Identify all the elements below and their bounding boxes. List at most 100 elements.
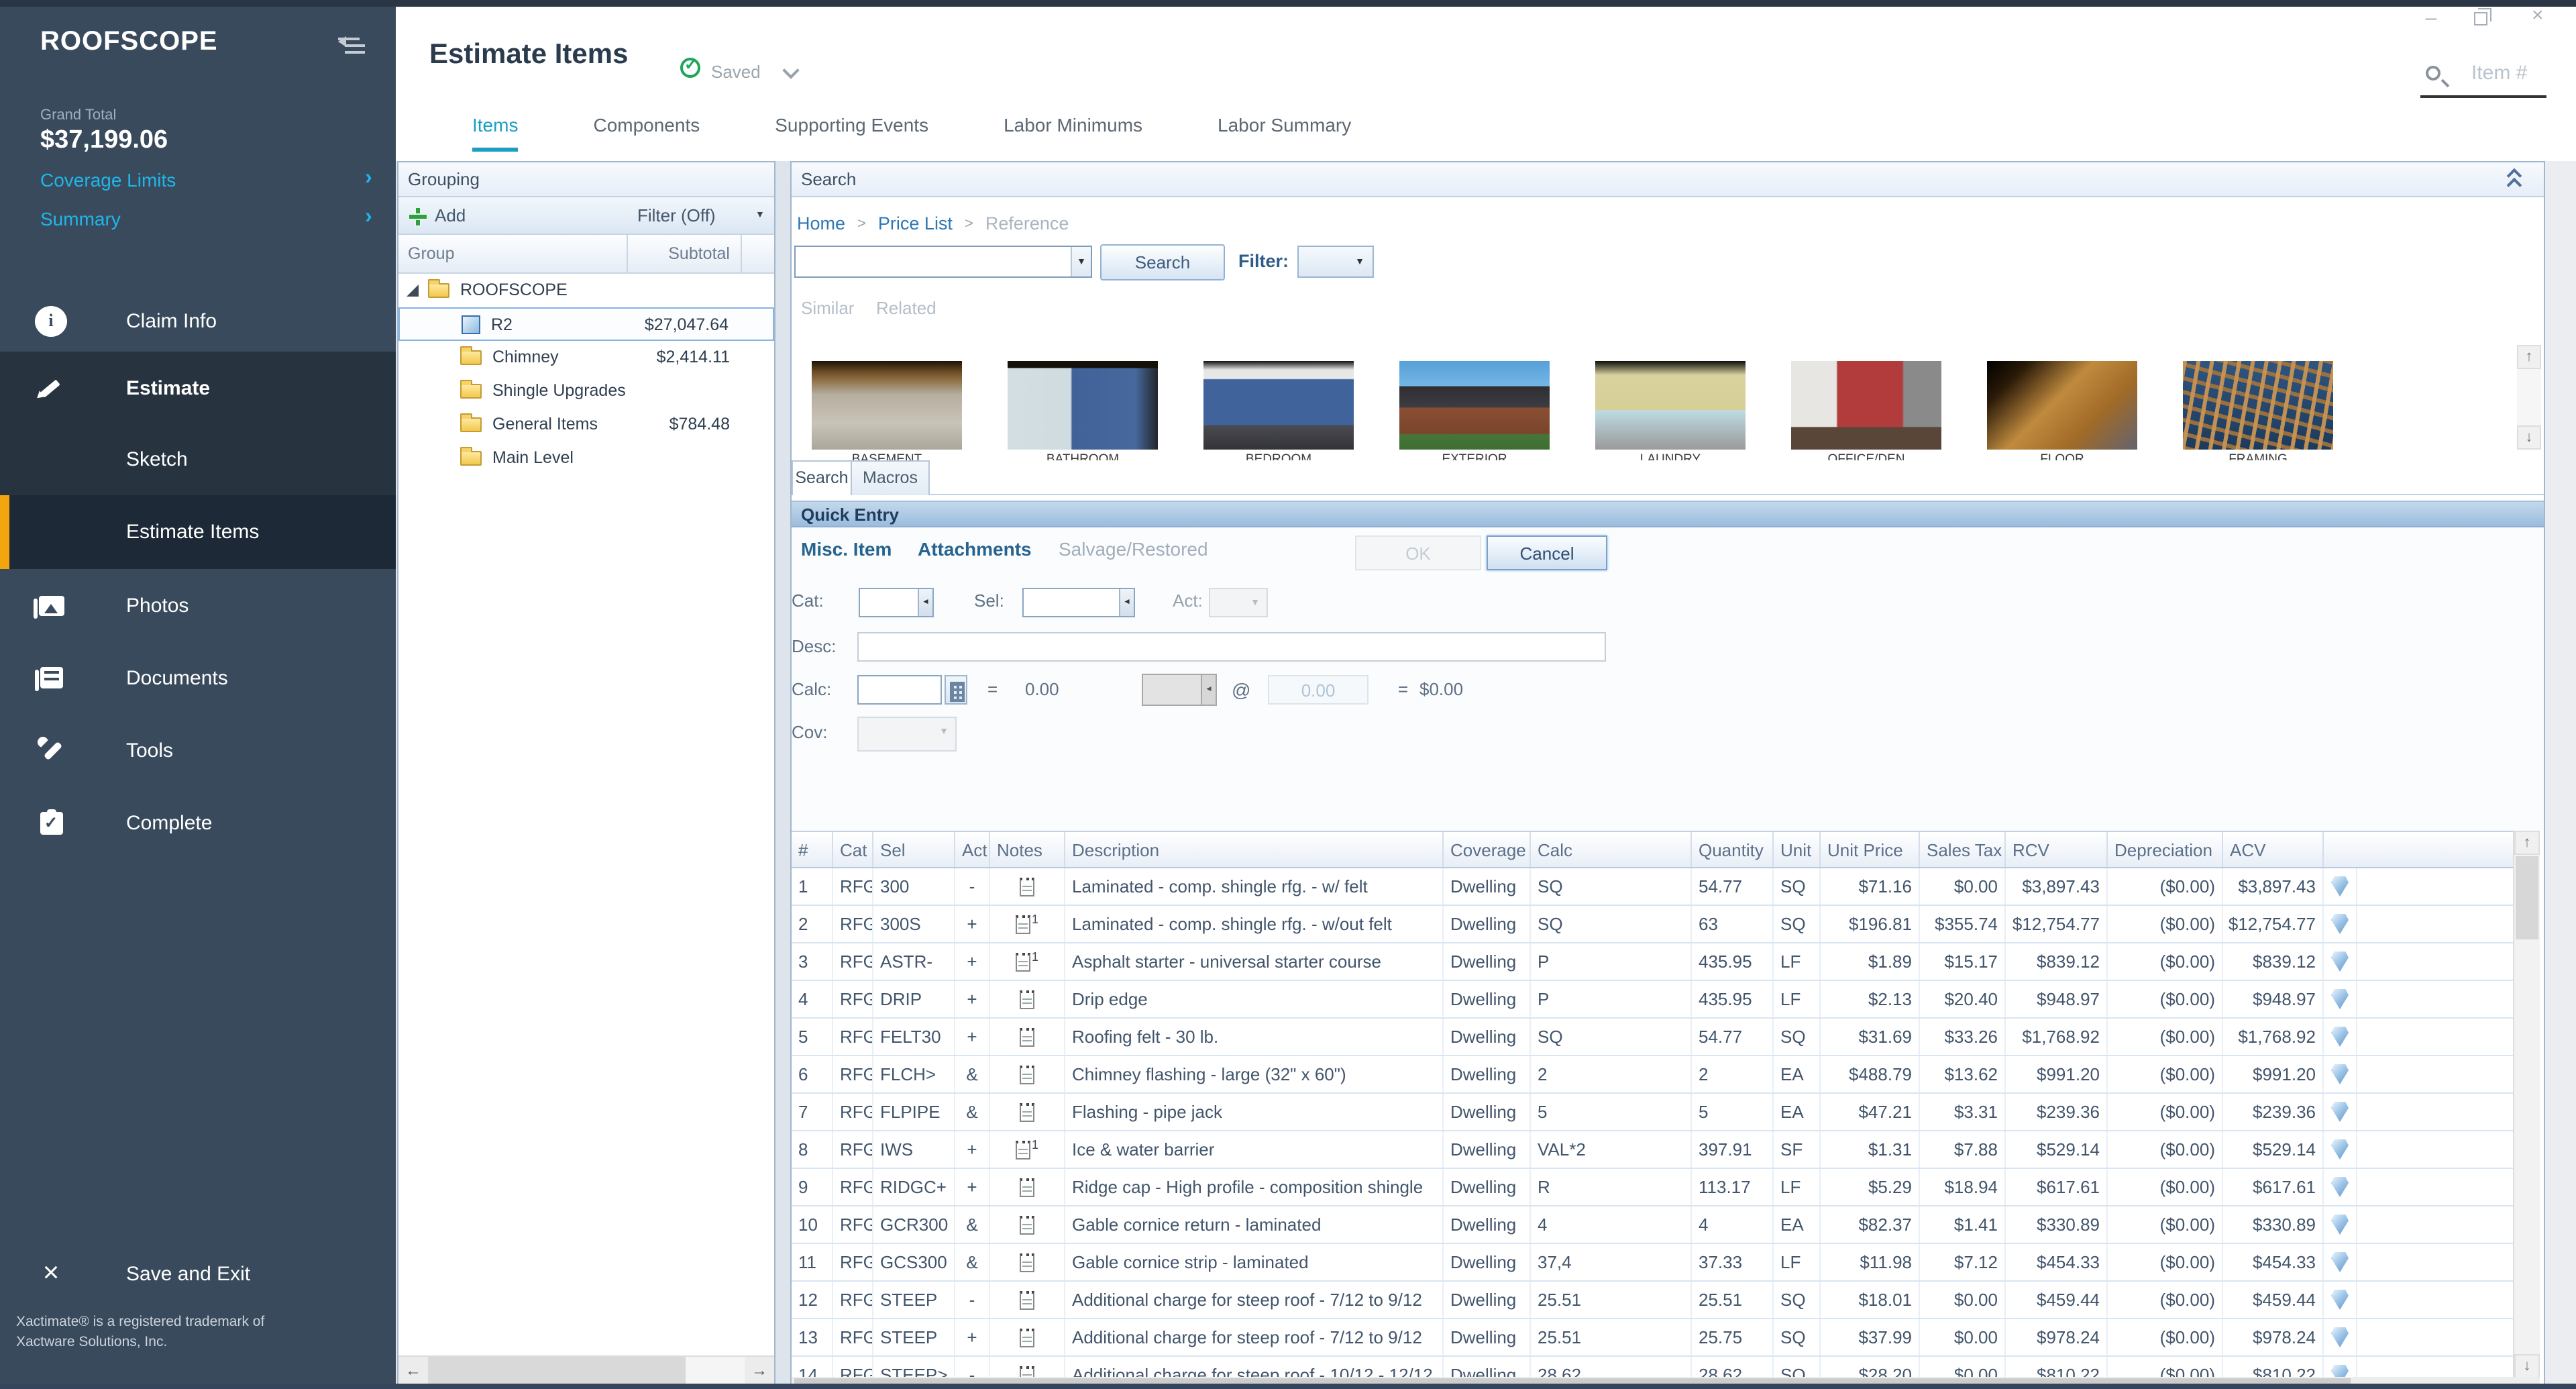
category-thumb[interactable]: FLOOR [1987, 361, 2137, 450]
category-thumb[interactable]: FRAMING [2183, 361, 2333, 450]
sidebar-item-save-exit[interactable]: × Save and Exit [0, 1237, 396, 1310]
filter-dropdown[interactable]: ▼ [1297, 246, 1374, 278]
column-header[interactable]: # [792, 832, 833, 867]
price-list-icon[interactable] [2331, 1102, 2349, 1122]
thumbs-scroll-track[interactable] [2517, 369, 2541, 425]
minimize-button[interactable]: – [2422, 7, 2440, 28]
column-header[interactable]: Sales Tax [1920, 832, 2006, 867]
note-icon[interactable] [1016, 915, 1030, 933]
category-thumb[interactable]: OFFICE/DEN [1791, 361, 1941, 450]
tree-row[interactable]: Shingle Upgrades [398, 374, 774, 408]
column-header[interactable]: Quantity [1692, 832, 1774, 867]
note-icon[interactable] [1020, 1027, 1034, 1046]
table-row[interactable]: 11RFGGCS300&Gable cornice strip - lamina… [792, 1244, 2513, 1282]
price-list-icon[interactable] [2331, 876, 2349, 896]
filter-caret-icon[interactable]: ▼ [755, 211, 765, 220]
price-list-icon[interactable] [2331, 951, 2349, 972]
group-filter[interactable]: Filter (Off) [637, 205, 716, 225]
table-row[interactable]: 7RFGFLPIPE&Flashing - pipe jackDwelling5… [792, 1094, 2513, 1131]
tab-search[interactable]: Search [792, 460, 852, 495]
price-list-icon[interactable] [2331, 1139, 2349, 1160]
qe-tab-misc-item[interactable]: Misc. Item [801, 538, 892, 560]
ok-button[interactable]: OK [1355, 535, 1481, 570]
note-icon[interactable] [1020, 1102, 1034, 1121]
sidebar-item-complete[interactable]: ✓ Complete [0, 786, 396, 859]
column-header[interactable]: Notes [990, 832, 1065, 867]
item-number-search[interactable]: Item # [2471, 62, 2527, 85]
table-row[interactable]: 9RFGRIDGC++Ridge cap - High profile - co… [792, 1169, 2513, 1206]
note-icon[interactable] [1016, 952, 1030, 971]
collapse-panel-icon[interactable] [2506, 169, 2525, 191]
column-header[interactable]: RCV [2006, 832, 2108, 867]
column-group[interactable]: Group [408, 244, 455, 263]
sidebar-item-claim-info[interactable]: i Claim Info [0, 285, 396, 357]
column-subtotal[interactable]: Subtotal [668, 244, 730, 263]
tree-row[interactable]: R2$27,047.64 [398, 307, 774, 341]
category-thumb[interactable]: BASEMENT [812, 361, 962, 450]
table-row[interactable]: 2RFG300S+1Laminated - comp. shingle rfg.… [792, 906, 2513, 943]
combo-caret-icon[interactable]: ▼ [1071, 247, 1091, 276]
caret-left-icon[interactable]: ◄ [1119, 589, 1134, 616]
tree-row[interactable]: General Items$784.48 [398, 408, 774, 442]
table-scroll-up[interactable]: ↑ [2514, 831, 2540, 855]
column-header[interactable]: Sel [873, 832, 955, 867]
price-search-input[interactable] [798, 248, 1067, 275]
note-icon[interactable] [1020, 1178, 1034, 1196]
maximize-button[interactable] [2474, 12, 2487, 25]
tab-macros[interactable]: Macros [852, 460, 930, 495]
note-icon[interactable] [1020, 1215, 1034, 1234]
plus-icon[interactable] [409, 208, 427, 225]
column-header[interactable]: Unit Price [1821, 832, 1920, 867]
sidebar-item-photos[interactable]: Photos [0, 569, 396, 641]
vscroll-thumb[interactable] [2516, 856, 2538, 939]
tree-row[interactable]: ROOFSCOPE [398, 274, 774, 307]
column-header[interactable]: Calc [1531, 832, 1692, 867]
table-row[interactable]: 12RFGSTEEP-Additional charge for steep r… [792, 1282, 2513, 1319]
note-icon[interactable] [1020, 1253, 1034, 1272]
cancel-button[interactable]: Cancel [1487, 535, 1607, 570]
price-list-icon[interactable] [2331, 1177, 2349, 1197]
table-row[interactable]: 14RFGSTEEP>-Additional charge for steep … [792, 1357, 2513, 1380]
table-vscroll[interactable]: ↑ ↓ [2513, 831, 2540, 1380]
note-icon[interactable] [1020, 990, 1034, 1009]
sidebar-item-tools[interactable]: Tools [0, 714, 396, 786]
table-row[interactable]: 1RFG300-Laminated - comp. shingle rfg. -… [792, 868, 2513, 906]
caret-left-icon[interactable]: ◄ [918, 589, 932, 616]
table-row[interactable]: 10RFGGCR300&Gable cornice return - lamin… [792, 1206, 2513, 1244]
tab-components[interactable]: Components [593, 114, 700, 152]
add-button-label[interactable]: Add [435, 205, 466, 225]
thumbs-scroll-up[interactable]: ↑ [2517, 345, 2541, 369]
breadcrumb-price-list[interactable]: Price List [878, 213, 953, 234]
price-list-icon[interactable] [2331, 1215, 2349, 1235]
table-row[interactable]: 3RFGASTR-+1Asphalt starter - universal s… [792, 943, 2513, 981]
tree-row[interactable]: Main Level [398, 442, 774, 475]
tab-supporting-events[interactable]: Supporting Events [775, 114, 928, 152]
table-row[interactable]: 6RFGFLCH>&Chimney flashing - large (32" … [792, 1056, 2513, 1094]
qe-desc-input[interactable] [857, 632, 1606, 662]
qe-sel-combo[interactable]: ◄ [1022, 588, 1135, 617]
calculator-button[interactable] [945, 675, 967, 705]
table-row[interactable]: 13RFGSTEEP+Additional charge for steep r… [792, 1319, 2513, 1357]
scroll-right-button[interactable]: → [745, 1357, 774, 1385]
price-list-icon[interactable] [2331, 1327, 2349, 1347]
qe-tab-salvage[interactable]: Salvage/Restored [1059, 538, 1208, 560]
price-list-icon[interactable] [2331, 1252, 2349, 1272]
note-icon[interactable] [1020, 1328, 1034, 1347]
table-row[interactable]: 8RFGIWS+1Ice & water barrierDwellingVAL*… [792, 1131, 2513, 1169]
breadcrumb-home[interactable]: Home [797, 213, 845, 234]
sidebar-item-documents[interactable]: Documents [0, 641, 396, 714]
price-list-icon[interactable] [2331, 1064, 2349, 1084]
sidebar-link-coverage-limits[interactable]: Coverage Limits› [40, 169, 176, 199]
tab-items[interactable]: Items [472, 114, 518, 152]
category-thumb[interactable]: BATHROOM [1008, 361, 1158, 450]
grouping-hscroll[interactable]: ← → [398, 1355, 774, 1385]
note-icon[interactable] [1016, 1140, 1030, 1159]
qe-calc-input[interactable] [857, 675, 942, 705]
price-list-icon[interactable] [2331, 1290, 2349, 1310]
qe-cat-combo[interactable]: ◄ [859, 588, 934, 617]
price-list-icon[interactable] [2331, 989, 2349, 1009]
note-icon[interactable] [1020, 877, 1034, 896]
quick-entry-bar[interactable]: Quick Entry [792, 501, 2544, 527]
category-thumb[interactable]: BEDROOM [1203, 361, 1354, 450]
category-thumb[interactable]: EXTERIOR [1399, 361, 1550, 450]
